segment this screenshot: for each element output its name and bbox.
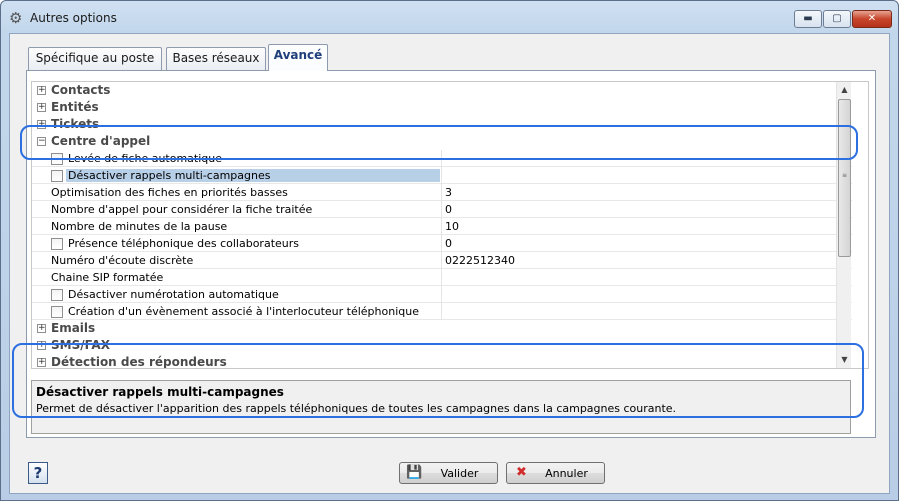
maximize-button[interactable]: ▢ bbox=[823, 10, 851, 28]
expand-icon[interactable]: + bbox=[37, 358, 46, 367]
validate-label: Valider bbox=[440, 467, 479, 480]
column-divider[interactable] bbox=[441, 303, 442, 320]
scroll-up-icon[interactable]: ▲ bbox=[837, 82, 852, 98]
checkbox[interactable] bbox=[51, 289, 63, 301]
save-icon: 💾 bbox=[406, 465, 423, 480]
category-label: Tickets bbox=[51, 117, 100, 131]
property-row-creation-evenement[interactable]: Création d'un évènement associé à l'inte… bbox=[32, 303, 852, 320]
property-row-nombre-appel[interactable]: Nombre d'appel pour considérer la fiche … bbox=[32, 201, 852, 218]
column-divider[interactable] bbox=[441, 269, 442, 286]
property-label: Nombre de minutes de la pause bbox=[51, 220, 228, 233]
collapse-icon[interactable]: − bbox=[37, 137, 46, 146]
category-emails[interactable]: + Emails bbox=[32, 320, 852, 337]
gear-icon: ⚙ bbox=[9, 9, 23, 27]
property-label: Numéro d'écoute discrète bbox=[51, 254, 194, 267]
description-text: Permet de désactiver l'apparition des ra… bbox=[36, 402, 677, 415]
property-label: Présence téléphonique des collaborateurs bbox=[68, 237, 299, 250]
column-divider[interactable] bbox=[441, 150, 442, 167]
category-label: Contacts bbox=[51, 83, 111, 97]
description-panel: Désactiver rappels multi-campagnes Perme… bbox=[31, 380, 851, 434]
column-divider[interactable] bbox=[441, 252, 442, 269]
property-label: Levée de fiche automatique bbox=[68, 152, 223, 165]
category-label: Centre d'appel bbox=[51, 134, 151, 148]
validate-button[interactable]: 💾 Valider bbox=[399, 462, 498, 484]
category-label: Entités bbox=[51, 100, 99, 114]
cancel-label: Annuler bbox=[545, 467, 588, 480]
category-centre-appel[interactable]: − Centre d'appel bbox=[32, 133, 852, 150]
property-row-levee-fiche[interactable]: Levée de fiche automatique bbox=[32, 150, 852, 167]
property-grid: + Contacts + Entités + Tickets − Centre … bbox=[31, 81, 869, 369]
description-title: Désactiver rappels multi-campagnes bbox=[36, 385, 284, 399]
expand-icon[interactable]: + bbox=[37, 341, 46, 350]
checkbox[interactable] bbox=[51, 306, 63, 318]
expand-icon[interactable]: + bbox=[37, 86, 46, 95]
close-button[interactable]: ✕ bbox=[852, 10, 892, 28]
property-value[interactable]: 0 bbox=[445, 237, 452, 250]
category-detection-repondeurs[interactable]: + Détection des répondeurs bbox=[32, 354, 852, 369]
tab-avance[interactable]: Avancé bbox=[268, 44, 328, 71]
property-row-presence-telephonique[interactable]: Présence téléphonique des collaborateurs… bbox=[32, 235, 852, 252]
property-label: Désactiver numérotation automatique bbox=[68, 288, 279, 301]
minimize-button[interactable]: ▬ bbox=[794, 10, 822, 28]
category-label: Détection des répondeurs bbox=[51, 355, 227, 369]
tab-bases-reseaux[interactable]: Bases réseaux bbox=[166, 47, 266, 71]
tab-panel-avance: + Contacts + Entités + Tickets − Centre … bbox=[26, 70, 876, 438]
property-row-desactiver-rappels[interactable]: Désactiver rappels multi-campagnes bbox=[32, 167, 852, 184]
column-divider[interactable] bbox=[441, 286, 442, 303]
expand-icon[interactable]: + bbox=[37, 103, 46, 112]
category-entites[interactable]: + Entités bbox=[32, 99, 852, 116]
help-button[interactable]: ? bbox=[28, 462, 48, 484]
property-row-numerotation-auto[interactable]: Désactiver numérotation automatique bbox=[32, 286, 852, 303]
property-value[interactable]: 0 bbox=[445, 203, 452, 216]
dialog-body: Spécifique au poste Bases réseaux Avancé… bbox=[9, 33, 890, 494]
column-divider[interactable] bbox=[441, 235, 442, 252]
property-label: Création d'un évènement associé à l'inte… bbox=[68, 305, 419, 318]
property-label: Chaine SIP formatée bbox=[51, 271, 164, 284]
scrollbar-thumb[interactable]: ≡ bbox=[838, 99, 851, 257]
checkbox[interactable] bbox=[51, 170, 63, 182]
category-tickets[interactable]: + Tickets bbox=[32, 116, 852, 133]
vertical-scrollbar[interactable]: ▲ ≡ ▼ bbox=[836, 82, 851, 368]
column-divider[interactable] bbox=[441, 184, 442, 201]
category-label: SMS/FAX bbox=[51, 338, 110, 352]
column-divider[interactable] bbox=[441, 201, 442, 218]
column-divider[interactable] bbox=[441, 218, 442, 235]
column-divider[interactable] bbox=[441, 167, 442, 184]
grip-icon: ≡ bbox=[842, 172, 848, 179]
category-sms-fax[interactable]: + SMS/FAX bbox=[32, 337, 852, 354]
cancel-icon: ✖ bbox=[516, 465, 527, 480]
property-value[interactable]: 10 bbox=[445, 220, 459, 233]
title-bar[interactable]: ⚙ Autres options ▬ ▢ ✕ bbox=[1, 1, 898, 33]
options-window: ⚙ Autres options ▬ ▢ ✕ Spécifique au pos… bbox=[0, 0, 899, 501]
property-row-optimisation[interactable]: Optimisation des fiches en priorités bas… bbox=[32, 184, 852, 201]
tab-specifique-au-poste[interactable]: Spécifique au poste bbox=[28, 47, 162, 71]
category-contacts[interactable]: + Contacts bbox=[32, 82, 852, 99]
property-row-chaine-sip[interactable]: Chaine SIP formatée bbox=[32, 269, 852, 286]
scroll-down-icon[interactable]: ▼ bbox=[837, 352, 852, 368]
property-label: Optimisation des fiches en priorités bas… bbox=[51, 186, 288, 199]
property-value[interactable]: 0222512340 bbox=[445, 254, 515, 267]
property-value[interactable]: 3 bbox=[445, 186, 452, 199]
property-row-minutes-pause[interactable]: Nombre de minutes de la pause 10 bbox=[32, 218, 852, 235]
property-label: Nombre d'appel pour considérer la fiche … bbox=[51, 203, 313, 216]
property-label: Désactiver rappels multi-campagnes bbox=[66, 169, 440, 182]
checkbox[interactable] bbox=[51, 238, 63, 250]
checkbox[interactable] bbox=[51, 153, 63, 165]
property-row-numero-ecoute[interactable]: Numéro d'écoute discrète 0222512340 bbox=[32, 252, 852, 269]
window-title: Autres options bbox=[30, 11, 117, 25]
cancel-button[interactable]: ✖ Annuler bbox=[506, 462, 605, 484]
expand-icon[interactable]: + bbox=[37, 324, 46, 333]
expand-icon[interactable]: + bbox=[37, 120, 46, 129]
category-label: Emails bbox=[51, 321, 96, 335]
